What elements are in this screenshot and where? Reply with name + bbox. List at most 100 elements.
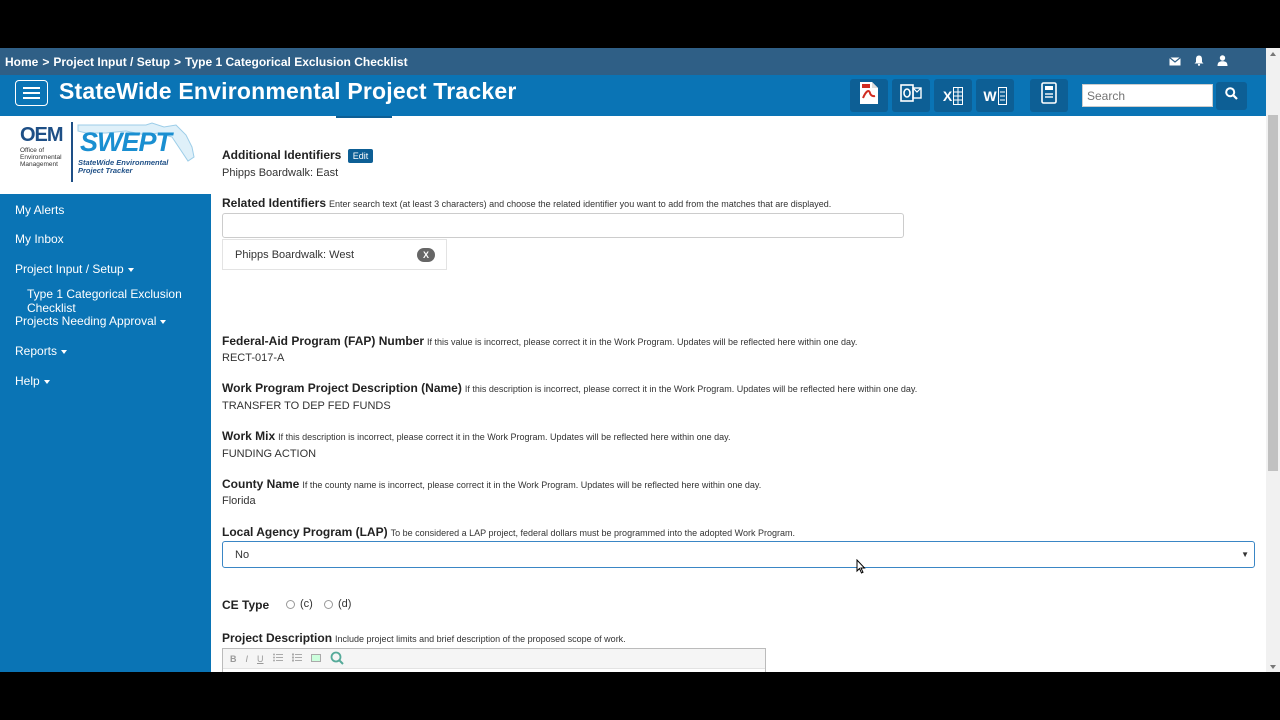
search-button[interactable] xyxy=(1216,82,1247,110)
swept-logo[interactable]: SWEPT StateWide Environmental Project Tr… xyxy=(76,121,198,186)
sidebar: My Alerts My Inbox Project Input / Setup… xyxy=(0,194,211,672)
edit-button[interactable]: Edit xyxy=(347,148,374,163)
italic-button[interactable]: I xyxy=(246,654,249,664)
caret-down-icon xyxy=(61,349,68,354)
breadcrumb: Home > Project Input / Setup > Type 1 Ca… xyxy=(0,48,1266,75)
sidebar-item-label: Reports xyxy=(15,344,58,358)
breadcrumb-current: Type 1 Categorical Exclusion Checklist xyxy=(185,54,408,69)
field-label: Federal-Aid Program (FAP) Number xyxy=(222,334,425,348)
mouse-cursor-icon xyxy=(856,558,866,579)
app-window: Home > Project Input / Setup > Type 1 Ca… xyxy=(0,48,1280,672)
excel-export-button[interactable]: X xyxy=(934,79,972,112)
search-input[interactable] xyxy=(1082,84,1213,107)
sidebar-item-label: Projects Needing Approval xyxy=(15,314,157,328)
field-help-text: To be considered a LAP project, federal … xyxy=(390,528,795,538)
field-help-text: If this value is incorrect, please corre… xyxy=(427,337,858,347)
sidebar-item-project-input[interactable]: Project Input / Setup xyxy=(15,262,134,276)
lap-label: Local Agency Program (LAP) To be consider… xyxy=(222,525,795,539)
lap-select[interactable]: No ▼ xyxy=(222,541,1255,568)
field-help-text: If the county name is incorrect, please … xyxy=(302,480,762,490)
field-help-text: Enter search text (at least 3 characters… xyxy=(329,199,832,209)
pdf-export-button[interactable] xyxy=(850,79,888,112)
hamburger-menu-icon[interactable] xyxy=(15,80,48,106)
field-label: Work Program Project Description (Name) xyxy=(222,381,462,395)
additional-identifiers-label: Additional Identifiers Edit xyxy=(222,148,374,163)
page-scrollbar[interactable] xyxy=(1266,48,1280,672)
remove-chip-icon[interactable]: X xyxy=(417,248,435,262)
zoom-icon[interactable] xyxy=(330,651,344,667)
scroll-down-icon[interactable] xyxy=(1270,665,1276,669)
save-document-button[interactable] xyxy=(1030,79,1068,112)
field-help-text: If this description is incorrect, please… xyxy=(278,432,731,442)
work-mix-value: FUNDING ACTION xyxy=(222,448,317,460)
sidebar-item-label: Help xyxy=(15,374,40,388)
oem-logo-subtitle: Office of Environmental Management xyxy=(20,147,62,168)
oem-logo-text: OEM xyxy=(20,124,64,146)
pdf-export-icon xyxy=(859,81,879,110)
caret-down-icon xyxy=(160,319,167,324)
envelope-icon[interactable] xyxy=(1169,55,1181,69)
app-header: StateWide Environmental Project Tracker … xyxy=(0,75,1266,116)
radio-button[interactable] xyxy=(324,599,333,609)
main-content: Additional Identifiers Edit Phipps Board… xyxy=(222,116,1262,672)
ce-type-option-d[interactable]: (d) xyxy=(324,598,351,610)
work-mix-label: Work Mix If this description is incorrect… xyxy=(222,429,731,443)
ce-type-option-c[interactable]: (c) xyxy=(286,598,313,610)
excel-export-icon: X xyxy=(942,86,964,105)
project-description-editor[interactable]: B I U xyxy=(222,648,766,672)
logo-area: OEM Office of Environmental Management S… xyxy=(0,116,211,194)
field-label: Local Agency Program (LAP) xyxy=(222,525,388,539)
field-label: Work Mix xyxy=(222,429,276,443)
word-letter: W xyxy=(983,87,997,104)
caret-down-icon xyxy=(43,379,50,384)
scrollbar-thumb[interactable] xyxy=(1268,115,1278,471)
breadcrumb-home[interactable]: Home xyxy=(5,55,38,69)
sidebar-item-type1-checklist[interactable]: Type 1 Categorical Exclusion Checklist xyxy=(27,287,211,315)
breadcrumb-separator: > xyxy=(174,54,182,69)
radio-label: (c) xyxy=(300,598,313,610)
chip-label: Phipps Boardwalk: West xyxy=(235,248,355,261)
word-export-icon: W xyxy=(983,86,1007,105)
county-name-label: County Name If the county name is incorre… xyxy=(222,477,761,491)
sidebar-item-my-inbox[interactable]: My Inbox xyxy=(15,232,64,246)
lap-selected-value: No xyxy=(235,548,250,561)
field-help-text: If this description is incorrect, please… xyxy=(464,384,918,394)
bell-icon[interactable] xyxy=(1194,55,1204,69)
numbered-list-icon[interactable] xyxy=(291,653,302,664)
field-help-text: Include project limits and brief descrip… xyxy=(335,634,626,644)
related-identifiers-label: Related Identifiers Enter search text (at… xyxy=(222,196,831,210)
ce-type-label: CE Type xyxy=(222,598,270,612)
insert-image-icon[interactable] xyxy=(310,653,321,664)
related-identifiers-search-input[interactable] xyxy=(222,213,904,238)
sidebar-item-reports[interactable]: Reports xyxy=(15,344,68,358)
sidebar-item-projects-needing-approval[interactable]: Projects Needing Approval xyxy=(15,314,167,328)
sidebar-item-help[interactable]: Help xyxy=(15,374,50,388)
fap-number-value: RECT-017-A xyxy=(222,352,285,364)
word-export-button[interactable]: W xyxy=(976,79,1014,112)
underline-button[interactable]: U xyxy=(257,654,264,664)
radio-button[interactable] xyxy=(286,599,295,609)
scroll-up-icon[interactable] xyxy=(1270,52,1276,56)
app-title: StateWide Environmental Project Tracker xyxy=(59,78,517,104)
field-label: Project Description xyxy=(222,631,333,645)
breadcrumb-project-input[interactable]: Project Input / Setup xyxy=(53,55,170,69)
radio-label: (d) xyxy=(338,598,352,610)
dropdown-arrow-icon: ▼ xyxy=(1241,550,1249,559)
user-icon[interactable] xyxy=(1217,54,1228,69)
fap-number-label: Federal-Aid Program (FAP) Number If this … xyxy=(222,334,857,348)
bold-button[interactable]: B xyxy=(230,654,237,664)
bullet-list-icon[interactable] xyxy=(272,653,283,664)
county-name-value: Florida xyxy=(222,495,256,507)
caret-down-icon xyxy=(127,267,134,272)
save-document-icon xyxy=(1041,82,1057,109)
sidebar-item-my-alerts[interactable]: My Alerts xyxy=(15,203,64,217)
wp-description-value: TRANSFER TO DEP FED FUNDS xyxy=(222,400,391,412)
outlook-export-button[interactable] xyxy=(892,79,930,112)
field-label: Additional Identifiers xyxy=(222,148,342,162)
sidebar-item-label: Project Input / Setup xyxy=(15,262,124,276)
search-icon xyxy=(1225,87,1238,105)
excel-letter: X xyxy=(942,87,953,104)
project-description-label: Project Description Include project limit… xyxy=(222,631,626,645)
field-label: County Name xyxy=(222,477,300,491)
oem-logo[interactable]: OEM Office of Environmental Management xyxy=(20,124,70,184)
